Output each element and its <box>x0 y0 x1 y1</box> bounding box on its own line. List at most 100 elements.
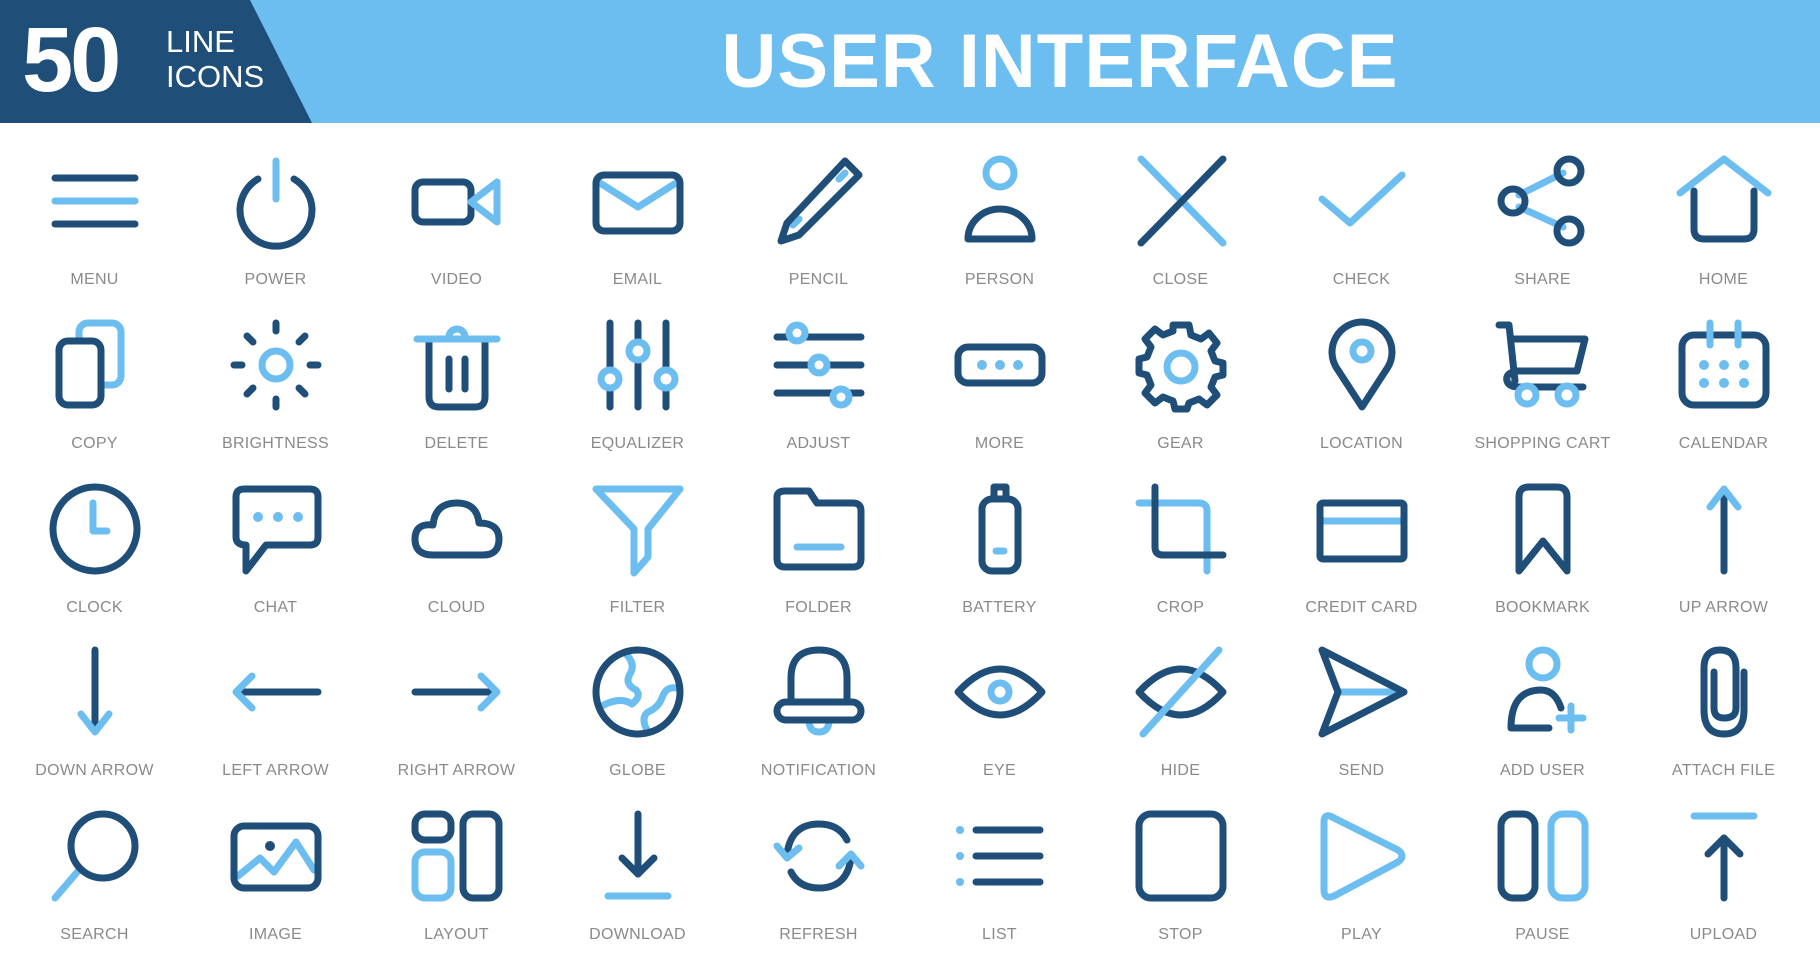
filter-icon <box>592 485 684 577</box>
icon-cell-add-user: ADD USER <box>1452 614 1633 779</box>
icon-cell-email: EMAIL <box>547 123 728 288</box>
icon-cell-copy: COPY <box>4 287 185 452</box>
icon-cell-refresh: REFRESH <box>728 778 909 943</box>
pencil-icon <box>777 157 863 245</box>
globe-icon <box>592 646 684 738</box>
icon-cell-cloud: CLOUD <box>366 451 547 616</box>
attach-file-icon <box>1700 646 1748 738</box>
icon-cell-send: SEND <box>1271 614 1452 779</box>
icon-cell-power: POWER <box>185 123 366 288</box>
icon-cell-attach-file: ATTACH FILE <box>1633 614 1814 779</box>
icon-cell-gear: GEAR <box>1090 287 1271 452</box>
icon-cell-up-arrow: UP ARROW <box>1633 451 1814 616</box>
refresh-icon <box>773 820 865 892</box>
chat-icon <box>232 485 322 575</box>
email-icon <box>592 171 684 235</box>
crop-icon <box>1135 483 1227 575</box>
share-icon <box>1497 155 1585 247</box>
icon-cell-folder: FOLDER <box>728 451 909 616</box>
icon-cell-pause: PAUSE <box>1452 778 1633 943</box>
search-icon <box>51 810 139 902</box>
left-arrow-icon <box>232 672 322 712</box>
icon-count: 50 <box>22 9 121 111</box>
icon-cell-brightness: BRIGHTNESS <box>185 287 366 452</box>
layout-icon <box>411 810 503 902</box>
check-icon <box>1318 171 1406 227</box>
icon-cell-hide: HIDE <box>1090 614 1271 779</box>
stop-icon <box>1135 810 1227 902</box>
icon-cell-more: MORE <box>909 287 1090 452</box>
icon-cell-home: HOME <box>1633 123 1814 288</box>
icon-cell-play: PLAY <box>1271 778 1452 943</box>
icon-cell-upload: UPLOAD <box>1633 778 1814 943</box>
icon-cell-bookmark: BOOKMARK <box>1452 451 1633 616</box>
add-user-icon <box>1507 646 1587 734</box>
equalizer-icon <box>597 319 679 411</box>
icon-label: STOP <box>1158 926 1203 943</box>
icon-cell-person: PERSON <box>909 123 1090 288</box>
icon-label: LAYOUT <box>424 926 489 943</box>
clock-icon <box>49 483 141 575</box>
icon-grid: MENU POWER VIDEO EMAIL PENCIL PERSON CLO… <box>0 123 1820 980</box>
icon-cell-video: VIDEO <box>366 123 547 288</box>
video-icon <box>411 178 501 226</box>
subtitle-line-2: ICONS <box>166 59 265 94</box>
home-icon <box>1676 155 1772 243</box>
credit-card-icon <box>1316 499 1408 563</box>
icon-cell-notification: NOTIFICATION <box>728 614 909 779</box>
location-icon <box>1328 318 1396 411</box>
copy-icon <box>55 319 125 409</box>
icon-cell-left-arrow: LEFT ARROW <box>185 614 366 779</box>
icon-cell-share: SHARE <box>1452 123 1633 288</box>
icon-cell-battery: BATTERY <box>909 451 1090 616</box>
upload-icon <box>1690 812 1758 902</box>
icon-label: DOWNLOAD <box>589 926 686 943</box>
hide-icon <box>1135 646 1227 738</box>
icon-cell-shopping-cart: SHOPPING CART <box>1452 287 1633 452</box>
download-icon <box>604 810 672 900</box>
icon-cell-down-arrow: DOWN ARROW <box>4 614 185 779</box>
power-icon <box>236 157 316 250</box>
icon-cell-search: SEARCH <box>4 778 185 943</box>
calendar-icon <box>1678 319 1770 409</box>
page-title: USER INTERFACE <box>721 19 1399 104</box>
icon-cell-delete: DELETE <box>366 287 547 452</box>
battery-icon <box>978 483 1022 575</box>
icon-label: PLAY <box>1341 926 1382 943</box>
delete-icon <box>413 325 501 411</box>
notification-icon <box>773 646 865 736</box>
up-arrow-icon <box>1706 485 1742 575</box>
icon-cell-menu: MENU <box>4 123 185 288</box>
icon-cell-equalizer: EQUALIZER <box>547 287 728 452</box>
icon-label: REFRESH <box>779 926 858 943</box>
icon-cell-location: LOCATION <box>1271 287 1452 452</box>
adjust-icon <box>773 321 865 409</box>
icon-label: LIST <box>982 926 1017 943</box>
icon-cell-chat: CHAT <box>185 451 366 616</box>
list-icon <box>956 826 1044 886</box>
icon-cell-layout: LAYOUT <box>366 778 547 943</box>
icon-cell-stop: STOP <box>1090 778 1271 943</box>
icon-cell-globe: GLOBE <box>547 614 728 779</box>
icon-label: UPLOAD <box>1689 926 1758 943</box>
icon-cell-crop: CROP <box>1090 451 1271 616</box>
down-arrow-icon <box>77 646 113 736</box>
icon-cell-check: CHECK <box>1271 123 1452 288</box>
header-banner: 50 LINE ICONS USER INTERFACE <box>0 0 1820 123</box>
bookmark-icon <box>1515 483 1571 575</box>
icon-cell-list: LIST <box>909 778 1090 943</box>
folder-icon <box>773 487 865 571</box>
icon-cell-credit-card: CREDIT CARD <box>1271 451 1452 616</box>
icon-label: SEARCH <box>60 926 129 943</box>
icon-cell-download: DOWNLOAD <box>547 778 728 943</box>
right-arrow-icon <box>411 672 501 712</box>
close-icon <box>1137 155 1227 247</box>
icon-cell-calendar: CALENDAR <box>1633 287 1814 452</box>
icon-cell-close: CLOSE <box>1090 123 1271 288</box>
brightness-icon <box>230 319 322 411</box>
icon-label: PAUSE <box>1515 926 1570 943</box>
icon-cell-image: IMAGE <box>185 778 366 943</box>
icon-cell-eye: EYE <box>909 614 1090 779</box>
icon-cell-adjust: ADJUST <box>728 287 909 452</box>
icon-cell-clock: CLOCK <box>4 451 185 616</box>
